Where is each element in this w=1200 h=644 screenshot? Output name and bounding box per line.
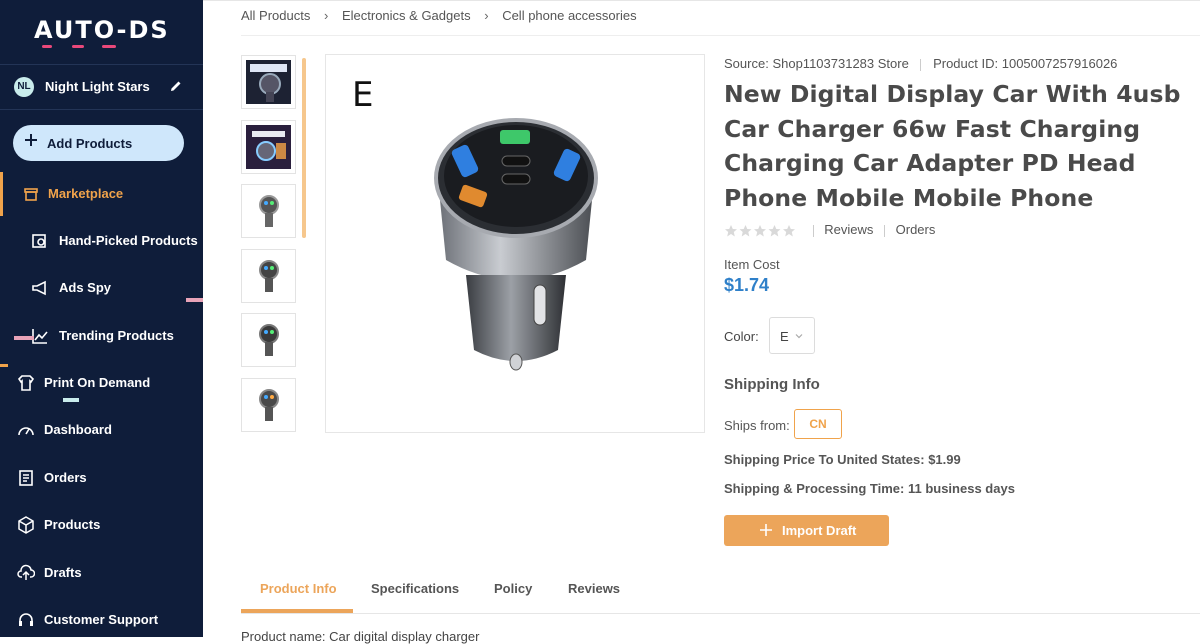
box-icon [18, 516, 34, 534]
pencil-icon[interactable] [169, 79, 183, 93]
rating-divider [884, 224, 885, 237]
sidebar-item-label: Drafts [44, 565, 82, 580]
chevron-down-icon [795, 334, 803, 339]
sidebar-item-label: Orders [44, 470, 87, 485]
sidebar-item-ads-spy[interactable]: Ads Spy [0, 268, 203, 308]
receipt-icon [19, 470, 33, 486]
tab-reviews[interactable]: Reviews [568, 581, 620, 596]
item-cost-value: $1.74 [724, 275, 770, 295]
color-selected-value: E [780, 329, 789, 344]
product-tabs: Product Info Specifications Policy Revie… [241, 570, 1200, 614]
breadcrumb-item[interactable]: Cell phone accessories [502, 8, 636, 23]
store-avatar: NL [14, 77, 34, 97]
orders-link[interactable]: Orders [896, 222, 936, 237]
car-charger-image [434, 118, 598, 371]
chevron-right-icon: › [484, 8, 489, 23]
rating-row: Reviews Orders [724, 222, 935, 238]
sidebar-item-hand-picked-products[interactable]: Hand-Picked Products [0, 221, 203, 261]
active-tab-indicator [241, 609, 353, 613]
tab-product-info[interactable]: Product Info [260, 581, 337, 596]
sidebar-item-label: Products [44, 517, 101, 532]
meta-divider [920, 58, 922, 71]
store-icon [24, 188, 38, 201]
decoration-dash [186, 298, 203, 302]
sidebar-item-label: Print On Demand [44, 375, 151, 390]
thumbnail-image[interactable] [241, 313, 296, 367]
tab-specifications[interactable]: Specifications [371, 581, 459, 596]
shipping-info-heading: Shipping Info [724, 376, 820, 393]
breadcrumb-item[interactable]: All Products [241, 8, 310, 23]
product-meta: Source: Shop1103731283 Store Product ID:… [724, 56, 1117, 71]
decoration-dash [14, 336, 34, 340]
chevron-right-icon: › [324, 8, 329, 23]
product-id-label: Product ID: [933, 56, 999, 71]
sidebar-item-label: Customer Support [44, 612, 159, 627]
logo-underline-decoration [42, 45, 150, 48]
store-name: Night Light Stars [45, 79, 150, 94]
plus-icon [25, 134, 37, 146]
thumbnail-image[interactable] [241, 184, 296, 238]
reviews-link[interactable]: Reviews [824, 222, 873, 237]
cloud-upload-icon [17, 564, 35, 580]
sidebar-item-orders[interactable]: Orders [0, 458, 203, 498]
rating-stars-icon [725, 224, 795, 237]
tab-policy[interactable]: Policy [494, 581, 532, 596]
megaphone-icon [32, 280, 46, 296]
shipping-price-label: Shipping Price To United States: [724, 452, 925, 467]
thumbnail-image[interactable] [241, 249, 296, 303]
sidebar-item-label: Ads Spy [59, 280, 112, 295]
shipping-time-value: 11 business days [907, 481, 1015, 496]
hand-picked-icon [32, 234, 46, 248]
sidebar-item-dashboard[interactable]: Dashboard [0, 410, 203, 450]
shipping-time-label: Shipping & Processing Time: [724, 481, 905, 496]
product-id: 1005007257916026 [1001, 56, 1118, 71]
thumbnail-image[interactable] [241, 120, 296, 174]
add-products-button[interactable]: Add Products [13, 125, 184, 161]
rating-divider [812, 224, 814, 237]
import-draft-button[interactable]: Import Draft [724, 515, 889, 546]
product-main-image[interactable]: E [325, 54, 705, 433]
sidebar-item-print-on-demand[interactable]: Print On Demand [0, 363, 203, 403]
breadcrumb-item[interactable]: Electronics & Gadgets [342, 8, 471, 23]
item-cost-label: Item Cost [724, 257, 780, 272]
gauge-icon [18, 427, 34, 436]
source-label: Source: [724, 56, 769, 71]
import-draft-label: Import Draft [782, 523, 857, 538]
sidebar-item-drafts[interactable]: Drafts [0, 553, 203, 593]
sidebar-item-customer-support[interactable]: Customer Support [0, 600, 203, 640]
shipping-time: Shipping & Processing Time: 11 business … [724, 481, 1015, 496]
top-divider [203, 0, 1200, 1]
breadcrumb: All Products › Electronics & Gadgets › C… [241, 8, 637, 23]
sidebar-item-label: Trending Products [59, 328, 174, 343]
sidebar: AUTO-DS NL Night Light Stars Add Product… [0, 0, 203, 637]
source-store[interactable]: Shop1103731283 Store [772, 56, 908, 71]
headset-icon [19, 613, 33, 626]
decoration-dash [0, 364, 8, 367]
sidebar-item-label: Hand-Picked Products [59, 233, 198, 248]
store-switcher[interactable]: NL Night Light Stars [0, 64, 203, 110]
product-title: New Digital Display Car With 4usb Car Ch… [724, 80, 1181, 212]
color-select[interactable]: E [769, 317, 815, 354]
sidebar-item-label: Marketplace [48, 186, 124, 201]
ships-from-label: Ships from: [724, 418, 790, 433]
add-products-label: Add Products [47, 136, 133, 151]
sidebar-item-marketplace[interactable]: Marketplace [0, 174, 203, 214]
thumbnail-image[interactable] [241, 55, 296, 109]
sidebar-item-label: Dashboard [44, 422, 112, 437]
color-label: Color: [724, 329, 759, 344]
logo-text: AUTO-DS [34, 16, 170, 44]
shipping-price-value: $1.99 [928, 452, 961, 467]
variant-letter: E [352, 75, 374, 115]
autods-logo[interactable]: AUTO-DS [34, 16, 170, 44]
breadcrumb-divider [241, 35, 1200, 36]
ships-from-option[interactable]: CN [794, 409, 842, 439]
thumbnail-image[interactable] [241, 378, 296, 432]
thumbnail-scrollbar[interactable] [302, 58, 306, 238]
decoration-dash [63, 398, 79, 402]
sidebar-item-products[interactable]: Products [0, 505, 203, 545]
plus-icon [760, 524, 772, 536]
shipping-price: Shipping Price To United States: $1.99 [724, 452, 961, 467]
shirt-icon [17, 375, 35, 391]
